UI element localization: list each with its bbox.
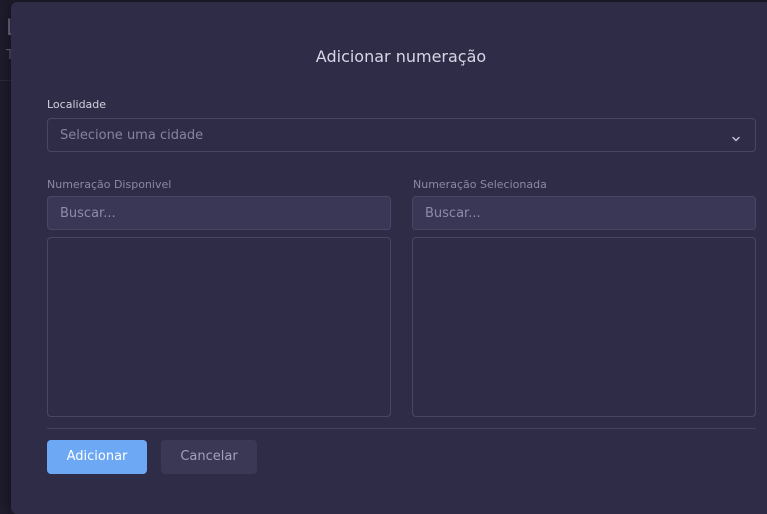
modal-title: Adicionar numeração xyxy=(315,47,487,66)
selected-numbering-list[interactable] xyxy=(412,237,756,417)
selected-search-input[interactable] xyxy=(413,197,755,229)
add-button[interactable]: Adicionar xyxy=(47,440,147,474)
available-numbering-label: Numeração Disponivel xyxy=(47,178,172,191)
available-numbering-list[interactable] xyxy=(47,237,391,417)
available-search-input[interactable] xyxy=(48,197,390,229)
footer-divider xyxy=(47,428,756,429)
chevron-down-icon xyxy=(731,129,741,142)
cancel-button[interactable]: Cancelar xyxy=(161,440,257,474)
selected-numbering-label: Numeração Selecionada xyxy=(413,178,547,191)
selected-search-field[interactable] xyxy=(412,196,756,230)
locality-select[interactable]: Selecione uma cidade xyxy=(47,118,756,152)
locality-label: Localidade xyxy=(47,98,107,111)
add-numbering-modal: Adicionar numeração Localidade Selecione… xyxy=(11,2,767,514)
locality-select-placeholder: Selecione uma cidade xyxy=(60,128,204,143)
available-search-field[interactable] xyxy=(47,196,391,230)
